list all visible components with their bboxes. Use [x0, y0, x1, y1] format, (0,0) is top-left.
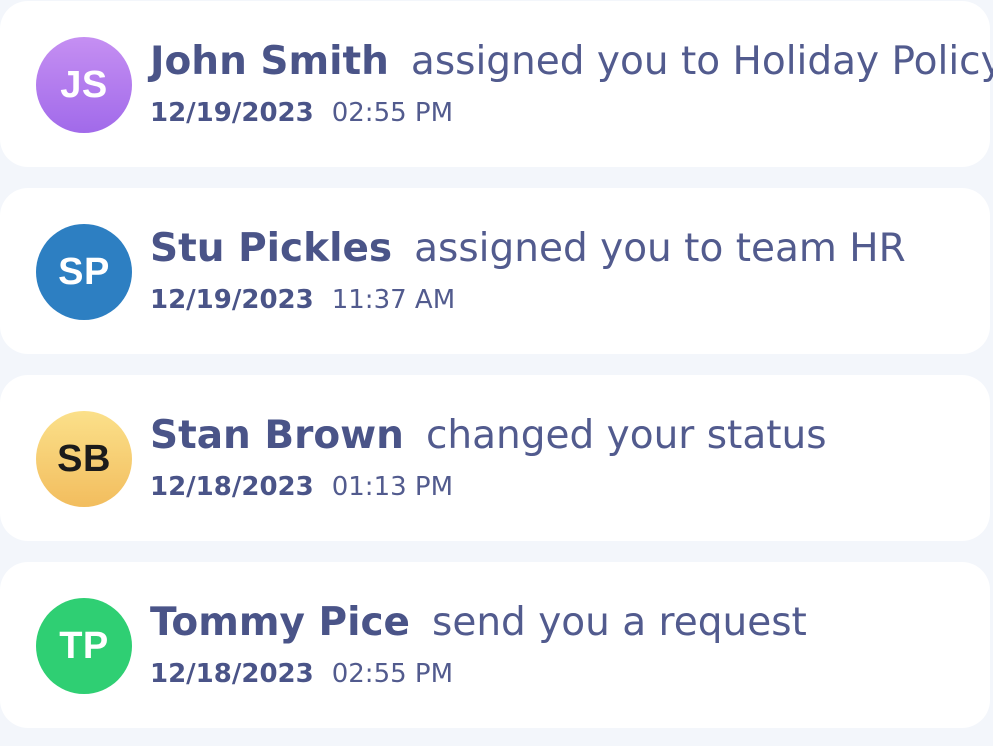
notification-time: 11:37 AM [331, 285, 456, 315]
notification-date: 12/19/2023 [150, 285, 314, 315]
notification-item[interactable]: SB Stan Brown changed your status 12/18/2… [0, 375, 990, 541]
user-name: Stan Brown [150, 413, 404, 458]
notification-text: Stan Brown changed your status [150, 413, 827, 459]
notification-time: 01:13 PM [331, 472, 454, 502]
notification-action: send you a request [432, 600, 807, 645]
notification-time: 02:55 PM [331, 659, 454, 689]
notification-date: 12/18/2023 [150, 659, 314, 689]
user-name: John Smith [150, 39, 389, 84]
notification-action: changed your status [425, 413, 827, 458]
notification-text: Tommy Pice send you a request [150, 600, 807, 646]
avatar: TP [36, 598, 132, 694]
notification-timestamp: 12/19/2023 02:55 PM [150, 97, 453, 129]
avatar: SB [36, 411, 132, 507]
notification-date: 12/19/2023 [150, 98, 314, 128]
notification-text: John Smith assigned you to Holiday Policy [150, 39, 993, 85]
notification-item[interactable]: SP Stu Pickles assigned you to team HR 12… [0, 188, 990, 354]
notification-item[interactable]: TP Tommy Pice send you a request 12/18/20… [0, 562, 990, 728]
notification-timestamp: 12/18/2023 02:55 PM [150, 658, 453, 690]
notification-action: assigned you to team HR [414, 226, 906, 271]
notification-timestamp: 12/19/2023 11:37 AM [150, 284, 455, 316]
notification-timestamp: 12/18/2023 01:13 PM [150, 471, 453, 503]
notification-text: Stu Pickles assigned you to team HR [150, 226, 906, 272]
user-name: Stu Pickles [150, 226, 393, 271]
notification-time: 02:55 PM [331, 98, 454, 128]
avatar: SP [36, 224, 132, 320]
notification-list: JS John Smith assigned you to Holiday Pol… [0, 0, 993, 746]
avatar: JS [36, 37, 132, 133]
notification-item[interactable]: JS John Smith assigned you to Holiday Pol… [0, 1, 993, 167]
user-name: Tommy Pice [150, 600, 411, 645]
notification-date: 12/18/2023 [150, 472, 314, 502]
notification-action: assigned you to Holiday Policy [410, 39, 993, 84]
